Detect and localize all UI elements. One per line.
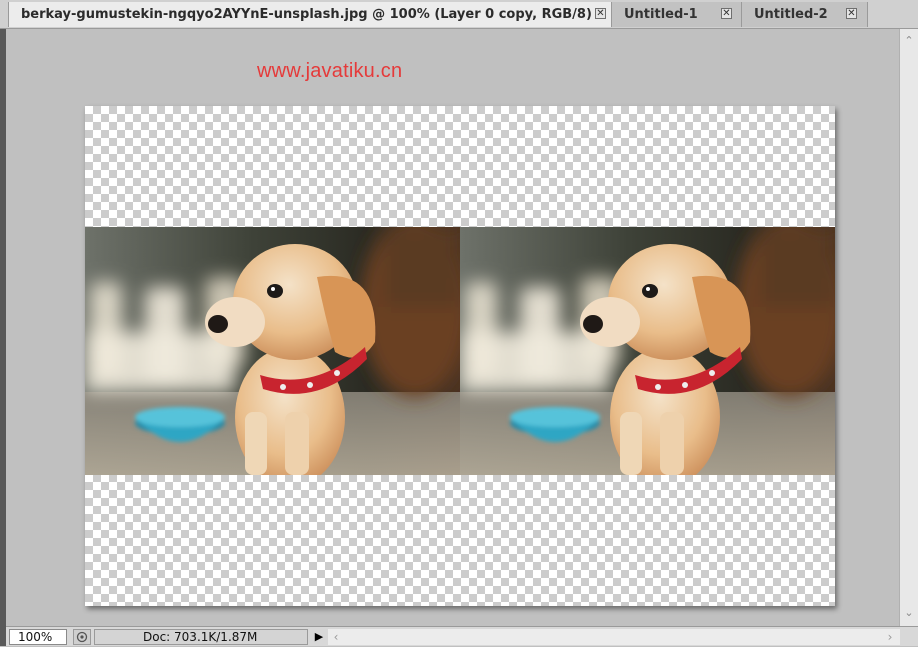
tab-label: berkay-gumustekin-ngqyo2AYYnE-unsplash.j…	[21, 7, 604, 22]
zoom-level-field[interactable]: 100%	[9, 629, 67, 645]
watermark-text: www.javatiku.cn	[257, 60, 403, 82]
chevron-down-icon[interactable]: ⌄	[903, 607, 915, 619]
puppy-photo-right[interactable]	[460, 227, 835, 475]
puppy-photo-left[interactable]	[85, 227, 460, 475]
navigator-icon[interactable]	[73, 629, 91, 645]
triangle-right-icon[interactable]: ▶	[312, 629, 326, 645]
document-tab-bar: berkay-gumustekin-ngqyo2AYYnE-unsplash.j…	[0, 0, 918, 29]
document-size-info: Doc: 703.1K/1.87M	[94, 629, 308, 645]
status-bar: 100% Doc: 703.1K/1.87M ▶ ‹ ›	[6, 626, 918, 646]
tab-document-main[interactable]: berkay-gumustekin-ngqyo2AYYnE-unsplash.j…	[8, 2, 612, 27]
chevron-right-icon[interactable]: ›	[884, 629, 896, 645]
tab-label: Untitled-2	[754, 7, 828, 22]
document-canvas-area[interactable]	[6, 29, 899, 626]
chevron-left-icon[interactable]: ‹	[330, 629, 342, 645]
close-icon[interactable]: ✕	[595, 8, 606, 19]
tab-untitled-2[interactable]: Untitled-2 ✕	[742, 2, 868, 27]
tab-untitled-1[interactable]: Untitled-1 ✕	[612, 2, 742, 27]
puppy-image	[460, 227, 835, 475]
puppy-image	[85, 227, 460, 475]
horizontal-scrollbar[interactable]: ‹ ›	[328, 629, 900, 645]
vertical-scrollbar[interactable]: ⌃ ⌄	[899, 29, 918, 626]
chevron-up-icon[interactable]: ⌃	[903, 35, 915, 47]
image-canvas[interactable]	[85, 106, 835, 606]
close-icon[interactable]: ✕	[721, 8, 732, 19]
close-icon[interactable]: ✕	[846, 8, 857, 19]
tab-label: Untitled-1	[624, 7, 698, 22]
